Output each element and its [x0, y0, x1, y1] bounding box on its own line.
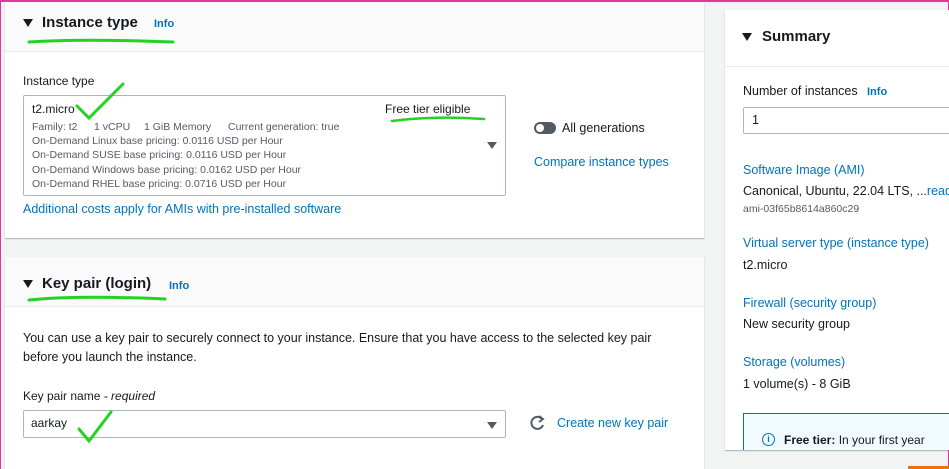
info-circle-icon: i: [762, 433, 775, 446]
pricing-linux: On-Demand Linux base pricing: 0.0116 USD…: [32, 135, 283, 147]
chevron-down-icon: [487, 142, 497, 149]
key-pair-value: aarkay: [31, 416, 68, 430]
caret-down-icon[interactable]: [23, 280, 33, 288]
summary-panel: Summary Number of instances Info 1 Softw…: [725, 10, 949, 450]
free-tier-bold: Free tier:: [784, 433, 836, 447]
all-generations-toggle[interactable]: [534, 122, 556, 134]
required-suffix: - required: [103, 389, 156, 403]
key-pair-select[interactable]: aarkay: [23, 410, 506, 438]
storage-link[interactable]: Storage (volumes): [743, 355, 845, 369]
storage-value: 1 volume(s) - 8 GiB: [743, 377, 851, 391]
all-generations-label: All generations: [562, 121, 645, 135]
free-tier-alert: i Free tier: In your first year: [743, 413, 949, 450]
instance-type-summary-value: t2.micro: [743, 258, 788, 272]
instance-family: Family: t2: [32, 121, 78, 133]
instance-memory: 1 GiB Memory: [144, 121, 212, 133]
pricing-windows: On-Demand Windows base pricing: 0.0162 U…: [32, 164, 302, 176]
caret-down-icon[interactable]: [23, 19, 33, 27]
ami-read-more-link[interactable]: read: [927, 184, 949, 198]
free-tier-rest: In your first year: [835, 433, 925, 447]
free-tier-badge: Free tier eligible: [385, 102, 471, 116]
instance-type-select[interactable]: t2.micro Free tier eligible Family: t2 1…: [23, 95, 506, 196]
compare-instance-types-link[interactable]: Compare instance types: [534, 155, 669, 169]
additional-costs-link[interactable]: Additional costs apply for AMIs with pre…: [23, 202, 341, 216]
summary-title: Summary: [762, 28, 831, 45]
chevron-down-icon: [487, 422, 497, 429]
caret-down-icon[interactable]: [742, 33, 752, 41]
instances-label: Number of instances: [743, 84, 858, 98]
instance-generation: Current generation: true: [228, 121, 340, 133]
instance-type-info-link[interactable]: Info: [154, 18, 174, 30]
key-pair-info-link[interactable]: Info: [169, 280, 189, 292]
instances-value: 1: [752, 113, 759, 127]
instance-type-title: Instance type: [42, 14, 138, 31]
ami-value: Canonical, Ubuntu, 22.04 LTS, ...read: [743, 184, 949, 198]
key-pair-header[interactable]: Key pair (login) Info: [5, 257, 704, 307]
key-pair-field-label: Key pair name - required: [23, 389, 155, 403]
ami-id: ami-03f65b8614a860c29: [743, 203, 860, 215]
refresh-icon[interactable]: [528, 415, 546, 433]
instance-type-header[interactable]: Instance type Info: [5, 2, 704, 52]
summary-header[interactable]: Summary: [725, 10, 949, 67]
instances-input[interactable]: 1: [743, 107, 949, 134]
instance-type-field-label: Instance type: [23, 74, 95, 88]
key-pair-description-1: You can use a key pair to securely conne…: [23, 331, 652, 345]
instance-vcpu: 1 vCPU: [94, 121, 131, 133]
free-tier-text: Free tier: In your first year: [784, 433, 925, 447]
instance-type-panel: Instance type Info Instance type t2.micr…: [5, 2, 704, 238]
key-pair-description-2: before you launch the instance.: [23, 350, 197, 364]
pricing-suse: On-Demand SUSE base pricing: 0.0116 USD …: [32, 149, 287, 161]
instance-type-summary-link[interactable]: Virtual server type (instance type): [743, 236, 929, 250]
firewall-value: New security group: [743, 317, 850, 331]
ami-link[interactable]: Software Image (AMI): [743, 163, 865, 177]
pricing-rhel: On-Demand RHEL base pricing: 0.0716 USD …: [32, 178, 287, 190]
create-key-pair-link[interactable]: Create new key pair: [557, 416, 668, 430]
instance-type-name: t2.micro: [32, 102, 75, 116]
firewall-link[interactable]: Firewall (security group): [743, 296, 876, 310]
ami-name: Canonical, Ubuntu, 22.04 LTS, ...: [743, 184, 927, 198]
key-pair-panel: Key pair (login) Info You can use a key …: [5, 257, 704, 469]
key-pair-name-label: Key pair name: [23, 389, 101, 403]
key-pair-title: Key pair (login): [42, 275, 152, 292]
instances-info-link[interactable]: Info: [867, 86, 887, 98]
